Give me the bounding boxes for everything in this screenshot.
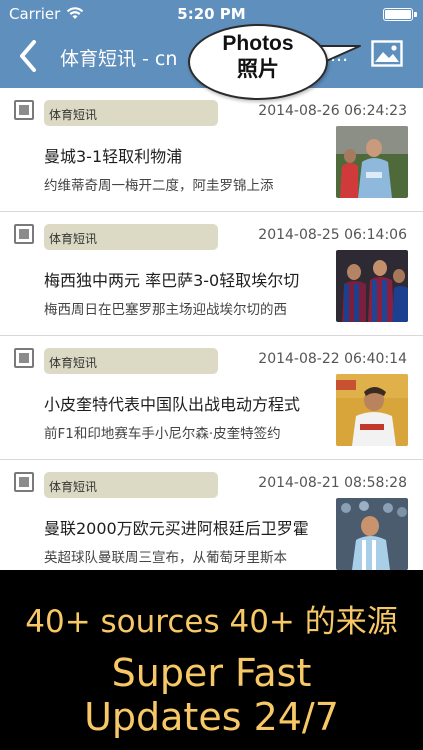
article-summary: 前F1和印地赛车手小尼尔森·皮奎特签约 — [44, 426, 281, 442]
article-summary: 约维蒂奇周一梅开二度，阿圭罗锦上添 — [44, 178, 274, 194]
list-item[interactable]: 体育短讯 2014-08-21 08:58:28 曼联2000万欧元买进阿根廷后… — [0, 460, 423, 584]
article-headline: 梅西独中两元 率巴萨3-0轻取埃尔切 — [44, 271, 300, 290]
article-list: 体育短讯 2014-08-26 06:24:23 曼城3-1轻取利物浦 约维蒂奇… — [0, 88, 423, 584]
photos-callout: Photos 照片 — [188, 24, 328, 100]
checkbox[interactable] — [14, 472, 34, 492]
category-tag: 体育短讯 — [44, 348, 218, 374]
checkbox[interactable] — [14, 224, 34, 244]
callout-line-1: Photos — [222, 32, 294, 55]
category-tag: 体育短讯 — [44, 100, 218, 126]
category-tag: 体育短讯 — [44, 224, 218, 250]
clock: 5:20 PM — [177, 5, 246, 23]
battery-icon — [383, 8, 417, 21]
category-tag: 体育短讯 — [44, 472, 218, 498]
checkbox[interactable] — [14, 348, 34, 368]
article-date: 2014-08-22 06:40:14 — [258, 351, 407, 367]
article-headline: 小皮奎特代表中国队出战电动方程式 — [44, 395, 301, 414]
list-item[interactable]: 体育短讯 2014-08-26 06:24:23 曼城3-1轻取利物浦 约维蒂奇… — [0, 88, 423, 212]
list-item[interactable]: 体育短讯 2014-08-25 06:14:06 梅西独中两元 率巴萨3-0轻取… — [0, 212, 423, 336]
article-thumbnail[interactable] — [336, 374, 408, 446]
status-bar: Carrier 5:20 PM — [0, 0, 423, 26]
promo-banner: 40+ sources 40+ 的来源 Super Fast Updates 2… — [0, 570, 423, 750]
article-summary: 英超球队曼联周三宣布，从葡萄牙里斯本 — [44, 550, 287, 566]
article-date: 2014-08-26 06:24:23 — [258, 103, 407, 119]
promo-line-1: 40+ sources 40+ 的来源 — [25, 604, 398, 640]
chevron-left-icon[interactable] — [14, 36, 48, 76]
photo-icon[interactable] — [371, 40, 403, 67]
article-thumbnail[interactable] — [336, 498, 408, 570]
checkbox[interactable] — [14, 100, 34, 120]
article-date: 2014-08-21 08:58:28 — [258, 475, 407, 491]
article-headline: 曼城3-1轻取利物浦 — [44, 147, 183, 166]
article-thumbnail[interactable] — [336, 126, 408, 198]
list-item[interactable]: 体育短讯 2014-08-22 06:40:14 小皮奎特代表中国队出战电动方程… — [0, 336, 423, 460]
article-summary: 梅西周日在巴塞罗那主场迎战埃尔切的西 — [44, 302, 287, 318]
article-thumbnail[interactable] — [336, 250, 408, 322]
callout-line-2: 照片 — [237, 57, 279, 81]
promo-line-3: Updates 24/7 — [84, 695, 339, 739]
article-headline: 曼联2000万欧元买进阿根廷后卫罗霍 — [44, 519, 309, 538]
article-date: 2014-08-25 06:14:06 — [258, 227, 407, 243]
promo-line-2: Super Fast — [111, 651, 312, 695]
